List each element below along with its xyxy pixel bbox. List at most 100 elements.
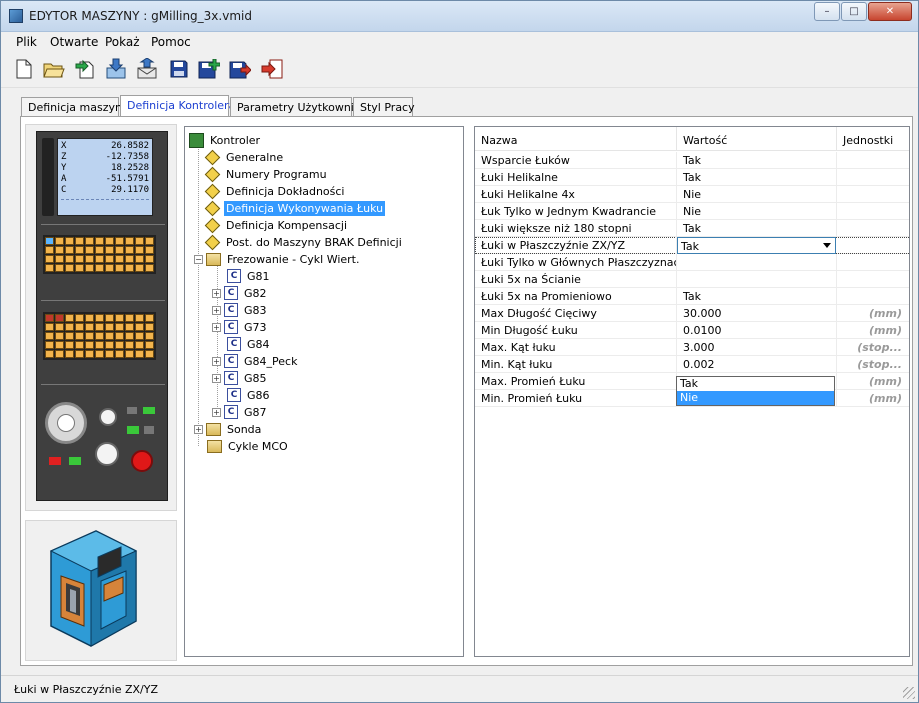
tree-item-cykle-mco[interactable]: Cykle MCO [207,438,290,454]
property-value[interactable]: Tak [677,220,837,237]
table-row[interactable]: Łuki 5x na Promieniowo Tak [475,288,909,305]
table-row[interactable]: Łuki większe niż 180 stopni Tak [475,220,909,237]
expand-icon[interactable]: + [212,322,221,332]
keypad-key [55,323,64,331]
table-row[interactable]: Max Długość Cięciwy 30.000 (mm) [475,305,909,322]
keypad-key [115,323,124,331]
tree-item-g86[interactable]: C G86 [227,387,272,403]
tree-item-generalne[interactable]: Generalne [204,149,285,165]
tree-item-g84-peck[interactable]: + C G84_Peck [212,353,299,369]
column-header-name[interactable]: Nazwa [475,127,677,151]
property-value[interactable]: 30.000 [677,305,837,322]
tree-item-g87[interactable]: + C G87 [212,404,269,420]
tab-definicja-maszyny[interactable]: Definicja maszyny [21,97,129,117]
table-row[interactable]: Łuki w Płaszczyźnie ZX/YZ Tak [475,237,909,254]
download-icon[interactable] [105,58,127,80]
tab-definicja-kontrolera[interactable]: Definicja Kontrolera [120,95,235,117]
table-row[interactable]: Wsparcie Łuków Tak [475,152,909,169]
property-value[interactable] [677,254,837,271]
property-value[interactable]: Tak [677,288,837,305]
property-value[interactable]: 3.000 [677,339,837,356]
dropdown-option-tak[interactable]: Tak [677,377,834,391]
save-icon[interactable] [168,58,190,80]
tree-item-g82[interactable]: + C G82 [212,285,269,301]
tree-item-kontroler[interactable]: Kontroler [189,132,262,148]
keypad-key [45,314,54,322]
table-row[interactable]: Max. Kąt łuku 3.000 (stop... [475,339,909,356]
tree-item-g73[interactable]: + C G73 [212,319,269,335]
collapse-icon[interactable]: − [194,254,203,264]
property-value[interactable]: Tak [677,169,837,186]
tree-item-definicja-wykonywania-luku[interactable]: Definicja Wykonywania Łuku [204,200,386,216]
value-combobox[interactable]: Tak [677,237,836,254]
save-as-icon[interactable] [229,58,251,80]
tree-item-frezowanie[interactable]: − Frezowanie - Cykl Wiert. [194,251,361,267]
property-name: Min. Promień Łuku [475,390,677,407]
expand-icon[interactable]: + [212,288,221,298]
menu-otwarte[interactable]: Otwarte [50,35,98,49]
dropdown-arrow-icon[interactable] [823,243,831,248]
property-value[interactable]: Nie [677,203,837,220]
save-add-icon[interactable] [198,58,220,80]
keypad-key [105,341,114,349]
dropdown-option-nie[interactable]: Nie [677,391,834,405]
property-name: Max. Promień Łuku [475,373,677,390]
keypad-key [145,255,154,263]
property-value[interactable]: 0.0100 [677,322,837,339]
property-value[interactable]: 0.002 [677,356,837,373]
expand-icon[interactable]: + [212,305,221,315]
table-row[interactable]: Łuki Helikalne Tak [475,169,909,186]
column-header-value[interactable]: Wartość [677,127,837,151]
maximize-button[interactable]: □ [841,2,867,21]
resize-grip[interactable] [903,687,915,699]
table-row[interactable]: Łuki Helikalne 4x Nie [475,186,909,203]
property-name: Łuki większe niż 180 stopni [475,220,677,237]
property-value[interactable] [677,271,837,288]
property-name: Max Długość Cięciwy [475,305,677,322]
toolbar [1,52,918,88]
exit-icon[interactable] [261,58,283,80]
keypad-key [125,332,134,340]
open-folder-icon[interactable] [43,58,65,80]
menu-pomoc[interactable]: Pomoc [151,35,191,49]
table-row[interactable]: Min. Kąt łuku 0.002 (stop... [475,356,909,373]
property-value[interactable]: Nie [677,186,837,203]
tree-item-definicja-dokladnosci[interactable]: Definicja Dokładności [204,183,347,199]
keypad-key [125,246,134,254]
table-row[interactable]: Łuk Tylko w Jednym Kwadrancie Nie [475,203,909,220]
expand-icon[interactable]: + [212,373,221,383]
menu-pokaz[interactable]: Pokaż [105,35,140,49]
keypad-key [105,323,114,331]
table-row[interactable]: Łuki Tylko w Głównych Płaszczyznac... [475,254,909,271]
combobox-value: Tak [681,240,700,253]
column-header-unit[interactable]: Jednostki [837,127,909,151]
expand-icon[interactable]: + [212,407,221,417]
tab-parametry-uzytkownika[interactable]: Parametry Użytkownika [230,97,367,117]
close-button[interactable]: ✕ [868,2,912,21]
tree-item-g81[interactable]: C G81 [227,268,272,284]
cycle-icon: C [224,405,238,419]
tree-item-numery-programu[interactable]: Numery Programu [204,166,329,182]
tree-item-g85[interactable]: + C G85 [212,370,269,386]
minimize-button[interactable]: – [814,2,840,21]
upload-icon[interactable] [136,58,158,80]
tree-item-g83[interactable]: + C G83 [212,302,269,318]
keypad-key [95,246,104,254]
property-value[interactable]: Tak [677,152,837,169]
import-icon[interactable] [75,58,97,80]
keypad-key [85,246,94,254]
tree-item-definicja-kompensacji[interactable]: Definicja Kompensacji [204,217,349,233]
cycle-icon: C [224,303,238,317]
menu-plik[interactable]: Plik [16,35,37,49]
tab-styl-pracy[interactable]: Styl Pracy [353,97,415,117]
title-bar[interactable]: EDYTOR MASZYNY : gMilling_3x.vmid – □ ✕ [1,1,918,32]
expand-icon[interactable]: + [194,424,203,434]
table-row[interactable]: Łuki 5x na Ścianie [475,271,909,288]
tree-item-sonda[interactable]: + Sonda [194,421,263,437]
property-unit [837,169,909,186]
expand-icon[interactable]: + [212,356,221,366]
tree-item-g84[interactable]: C G84 [227,336,272,352]
table-row[interactable]: Min Długość Łuku 0.0100 (mm) [475,322,909,339]
tree-item-post-do-maszyny[interactable]: Post. do Maszyny BRAK Definicji [204,234,404,250]
new-file-icon[interactable] [13,58,35,80]
